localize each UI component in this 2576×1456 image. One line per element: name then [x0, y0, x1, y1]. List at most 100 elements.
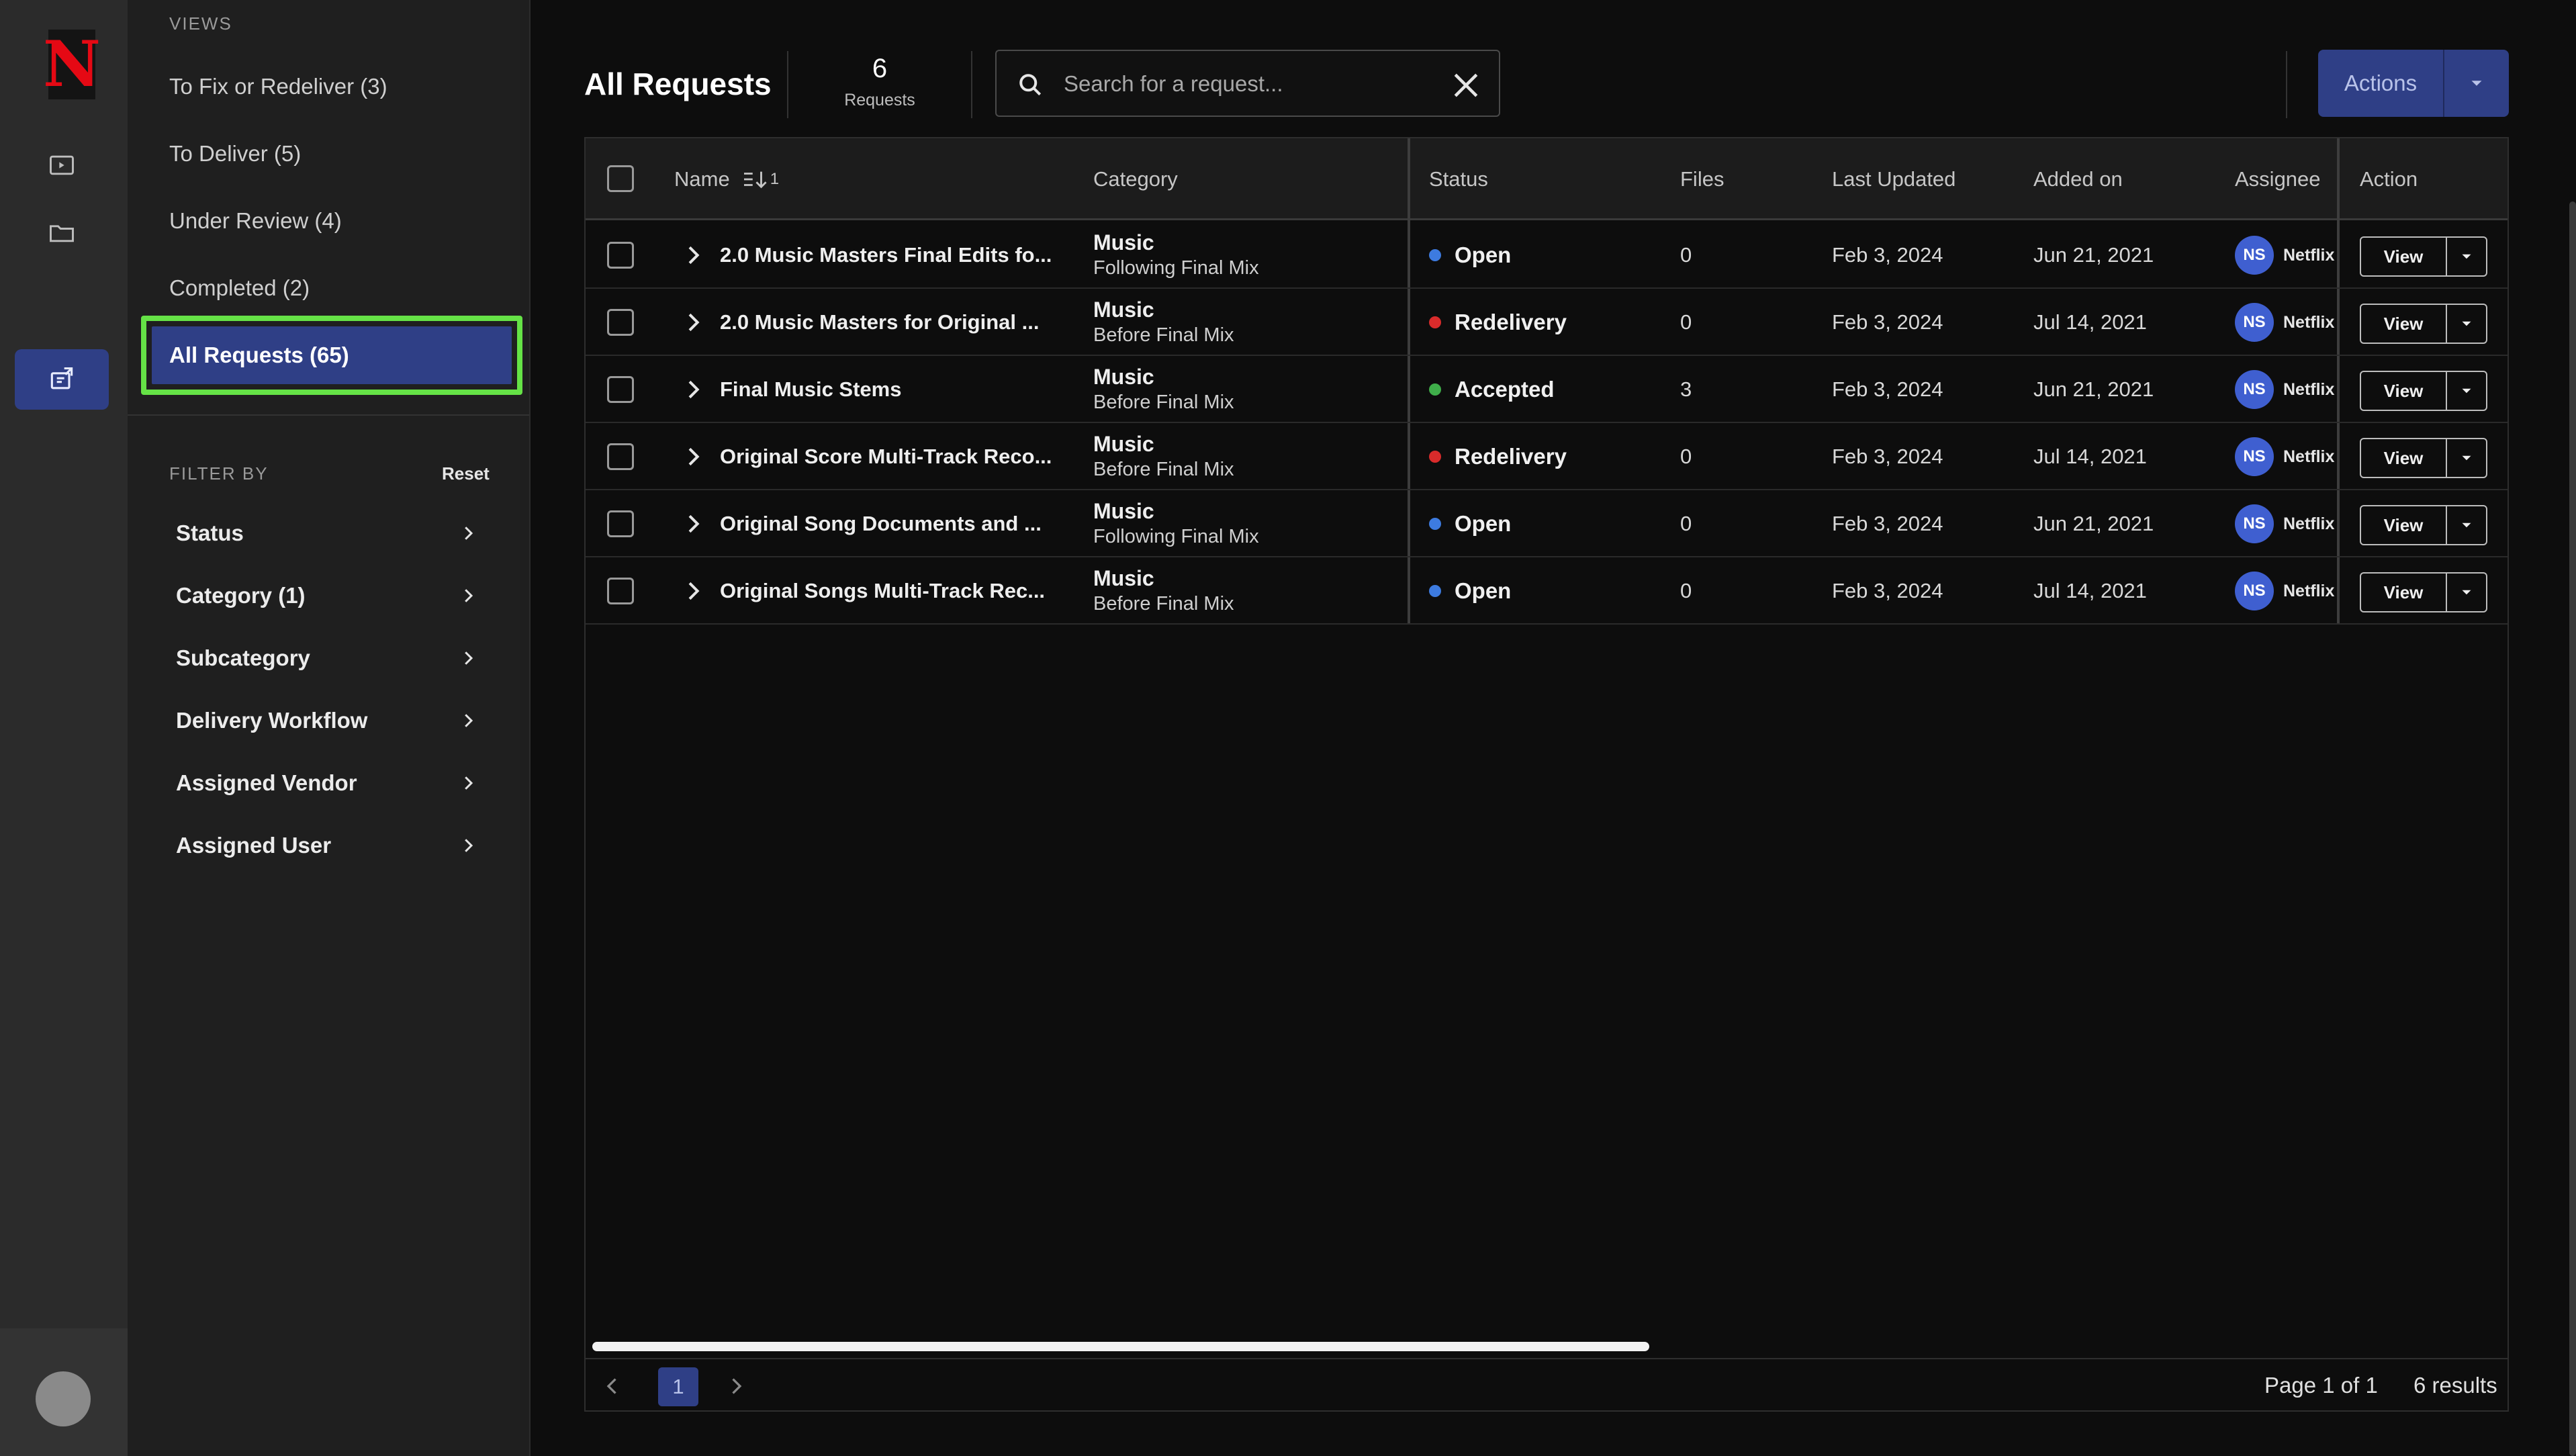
table-row[interactable]: 2.0 Music Masters Final Edits fo... Musi… [586, 222, 2508, 289]
files-count: 0 [1680, 445, 1692, 468]
search-input[interactable] [1064, 63, 1440, 105]
column-last-updated[interactable]: Last Updated [1832, 138, 1956, 220]
last-updated: Feb 3, 2024 [1832, 445, 1943, 468]
search-icon [1019, 74, 1042, 96]
filter-subcategory[interactable]: Subcategory [176, 638, 478, 678]
reset-filters-button[interactable]: Reset [442, 463, 490, 484]
page-info: Page 1 of 1 [2264, 1373, 2378, 1398]
user-avatar[interactable] [36, 1371, 91, 1426]
row-checkbox[interactable] [607, 376, 634, 403]
filter-status[interactable]: Status [176, 513, 478, 553]
request-name[interactable]: Original Song Documents and ... [720, 490, 1069, 557]
actions-button[interactable]: Actions [2318, 50, 2443, 117]
request-name[interactable]: 2.0 Music Masters Final Edits fo... [720, 222, 1069, 289]
expand-chevron-icon[interactable] [680, 578, 706, 604]
pagination-bar: 1 Page 1 of 1 6 results [586, 1358, 2508, 1412]
view-button[interactable]: View [2360, 505, 2447, 545]
actions-dropdown-button[interactable] [2444, 50, 2509, 117]
expand-chevron-icon[interactable] [680, 242, 706, 269]
page-scrollbar[interactable] [2569, 201, 2576, 1456]
request-name[interactable]: Original Score Multi-Track Reco... [720, 423, 1069, 490]
category-cell: Music Following Final Mix [1093, 230, 1259, 281]
close-icon[interactable] [1448, 67, 1484, 103]
subcategory-name: Before Final Mix [1093, 459, 1234, 480]
caret-down-icon [2471, 81, 2482, 86]
filter-assigned-vendor[interactable]: Assigned Vendor [176, 763, 478, 803]
horizontal-scrollbar-thumb[interactable] [592, 1342, 1649, 1351]
row-action-dropdown[interactable] [2446, 304, 2487, 344]
requests-icon[interactable] [15, 349, 109, 410]
expand-chevron-icon[interactable] [680, 443, 706, 470]
table-row[interactable]: Original Songs Multi-Track Rec... Music … [586, 557, 2508, 625]
view-all-requests[interactable]: All Requests (65) [141, 316, 522, 395]
netflix-logo[interactable]: N [43, 30, 101, 99]
row-checkbox[interactable] [607, 242, 634, 269]
row-checkbox[interactable] [607, 510, 634, 537]
play-square-icon[interactable] [40, 144, 83, 187]
category-name: Music [1093, 298, 1154, 322]
view-button[interactable]: View [2360, 304, 2447, 344]
filter-delivery-workflow[interactable]: Delivery Workflow [176, 700, 478, 741]
row-checkbox[interactable] [607, 309, 634, 336]
assignee-cell: NS Netflix [2235, 423, 2338, 490]
expand-chevron-icon[interactable] [680, 376, 706, 403]
table-row[interactable]: Original Score Multi-Track Reco... Music… [586, 423, 2508, 490]
status-dot [1429, 249, 1441, 261]
row-action-dropdown[interactable] [2446, 236, 2487, 277]
page-button-current[interactable]: 1 [658, 1367, 698, 1406]
view-button[interactable]: View [2360, 438, 2447, 478]
status-text: Open [1455, 511, 1512, 536]
column-files[interactable]: Files [1680, 138, 1724, 220]
category-cell: Music Before Final Mix [1093, 364, 1234, 415]
column-category[interactable]: Category [1093, 138, 1178, 220]
view-to-fix[interactable]: To Fix or Redeliver (3) [169, 74, 387, 99]
column-status[interactable]: Status [1429, 138, 1488, 220]
view-button[interactable]: View [2360, 371, 2447, 411]
filter-category[interactable]: Category (1) [176, 576, 478, 616]
row-checkbox[interactable] [607, 443, 634, 470]
view-to-deliver[interactable]: To Deliver (5) [169, 141, 301, 167]
request-name[interactable]: 2.0 Music Masters for Original ... [720, 289, 1069, 356]
subcategory-name: Following Final Mix [1093, 526, 1259, 547]
requests-table: Name 1 Category Status Files Last Update… [584, 137, 2509, 1412]
row-action-dropdown[interactable] [2446, 371, 2487, 411]
previous-page-icon[interactable] [600, 1374, 625, 1398]
next-page-icon[interactable] [724, 1374, 748, 1398]
view-under-review[interactable]: Under Review (4) [169, 208, 342, 234]
filter-label: Assigned Vendor [176, 770, 357, 795]
table-row[interactable]: Original Song Documents and ... Music Fo… [586, 490, 2508, 557]
assignee-avatar: NS [2235, 370, 2274, 409]
status-dot [1429, 451, 1441, 463]
view-button[interactable]: View [2360, 236, 2447, 277]
request-name[interactable]: Original Songs Multi-Track Rec... [720, 557, 1069, 625]
request-count-number: 6 [872, 54, 888, 83]
expand-chevron-icon[interactable] [680, 309, 706, 336]
column-assignee[interactable]: Assignee [2235, 138, 2321, 220]
last-updated: Feb 3, 2024 [1832, 512, 1943, 535]
caret-down-icon [2462, 254, 2471, 259]
folder-icon[interactable] [40, 211, 83, 254]
table-row[interactable]: Final Music Stems Music Before Final Mix… [586, 356, 2508, 423]
chevron-right-icon [465, 651, 473, 665]
assignee-cell: NS Netflix [2235, 289, 2338, 356]
view-completed[interactable]: Completed (2) [169, 275, 310, 301]
files-count: 3 [1680, 377, 1692, 401]
request-name[interactable]: Final Music Stems [720, 356, 1069, 423]
filter-assigned-user[interactable]: Assigned User [176, 825, 478, 866]
row-checkbox[interactable] [607, 578, 634, 604]
row-action-dropdown[interactable] [2446, 505, 2487, 545]
side-panel: VIEWS To Fix or Redeliver (3) To Deliver… [128, 0, 531, 1456]
status-dot [1429, 383, 1441, 396]
view-button[interactable]: View [2360, 572, 2447, 612]
column-added-on[interactable]: Added on [2033, 138, 2123, 220]
expand-chevron-icon[interactable] [680, 510, 706, 537]
column-name[interactable]: Name 1 [674, 138, 779, 220]
added-on: Jul 14, 2021 [2033, 579, 2147, 602]
status-cell: Redelivery [1429, 289, 1567, 356]
row-action-dropdown[interactable] [2446, 572, 2487, 612]
row-action-dropdown[interactable] [2446, 438, 2487, 478]
assignee-name: Netflix [2283, 447, 2335, 466]
table-row[interactable]: 2.0 Music Masters for Original ... Music… [586, 289, 2508, 356]
assignee-cell: NS Netflix [2235, 222, 2338, 289]
select-all-checkbox[interactable] [607, 165, 634, 192]
